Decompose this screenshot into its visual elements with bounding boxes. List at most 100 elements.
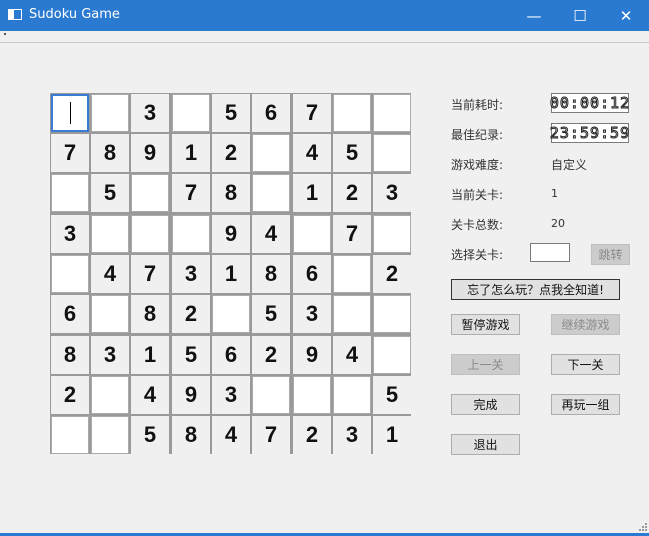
sudoku-cell[interactable] [373, 295, 411, 333]
sudoku-cell: 3 [91, 336, 129, 374]
sudoku-cell[interactable] [131, 215, 169, 253]
difficulty-label: 游戏难度: [451, 158, 504, 172]
current-time-display: 00:00:12 [549, 93, 631, 113]
sudoku-cell: 1 [373, 416, 411, 454]
sudoku-cell: 5 [172, 336, 210, 374]
exit-button[interactable]: 退出 [451, 434, 520, 455]
pause-button[interactable]: 暂停游戏 [451, 314, 520, 335]
sudoku-cell[interactable] [333, 94, 371, 132]
sudoku-cell: 9 [212, 215, 250, 253]
window-title: Sudoku Game [29, 7, 120, 22]
sudoku-cell: 7 [51, 134, 89, 172]
sudoku-cell: 2 [373, 255, 411, 293]
sudoku-cell: 3 [131, 94, 169, 132]
sudoku-cell: 2 [333, 174, 371, 212]
sudoku-cell: 8 [131, 295, 169, 333]
sudoku-cell: 3 [172, 255, 210, 293]
sudoku-cell: 7 [333, 215, 371, 253]
sudoku-cell[interactable] [252, 174, 290, 212]
sudoku-cell[interactable] [373, 94, 411, 132]
sudoku-cell: 5 [252, 295, 290, 333]
sudoku-cell[interactable] [172, 94, 210, 132]
sudoku-cell: 1 [212, 255, 250, 293]
sudoku-cell: 2 [51, 376, 89, 414]
sudoku-cell[interactable] [91, 416, 129, 454]
sudoku-cell[interactable] [373, 336, 411, 374]
prev-level-button[interactable]: 上一关 [451, 354, 520, 375]
minimize-button[interactable]: — [511, 0, 557, 31]
sudoku-cell: 8 [172, 416, 210, 454]
sudoku-cell: 1 [293, 174, 331, 212]
total-levels-value: 20 [551, 217, 565, 230]
sudoku-cell[interactable] [333, 295, 371, 333]
resume-button[interactable]: 继续游戏 [551, 314, 620, 335]
sudoku-cell[interactable] [91, 376, 129, 414]
resize-grip-icon[interactable] [639, 523, 647, 531]
sudoku-cell: 8 [51, 336, 89, 374]
difficulty-value: 自定义 [551, 158, 588, 172]
sudoku-cell: 8 [212, 174, 250, 212]
sudoku-cell: 3 [373, 174, 411, 212]
sudoku-cell[interactable] [373, 215, 411, 253]
sudoku-cell[interactable] [131, 174, 169, 212]
close-button[interactable]: ✕ [603, 0, 649, 31]
sudoku-cell: 7 [131, 255, 169, 293]
sudoku-cell: 3 [51, 215, 89, 253]
menu-grip [4, 33, 6, 35]
select-level-label: 选择关卡: [451, 248, 504, 262]
sudoku-cell: 8 [252, 255, 290, 293]
sudoku-cell: 3 [212, 376, 250, 414]
sudoku-cell[interactable] [293, 215, 331, 253]
sudoku-cell: 4 [333, 336, 371, 374]
sudoku-cell: 6 [51, 295, 89, 333]
sudoku-cell[interactable] [333, 376, 371, 414]
best-record-display: 23:59:59 [549, 123, 631, 143]
sudoku-cell: 6 [252, 94, 290, 132]
sudoku-cell[interactable] [91, 295, 129, 333]
sudoku-cell: 5 [373, 376, 411, 414]
sudoku-cell[interactable] [172, 215, 210, 253]
sudoku-cell[interactable] [51, 416, 89, 454]
sudoku-cell: 6 [212, 336, 250, 374]
sudoku-cell[interactable] [252, 134, 290, 172]
sudoku-cell: 9 [293, 336, 331, 374]
sudoku-cell: 5 [91, 174, 129, 212]
sudoku-cell: 4 [212, 416, 250, 454]
sudoku-cell: 2 [172, 295, 210, 333]
sudoku-cell: 8 [91, 134, 129, 172]
finish-button[interactable]: 完成 [451, 394, 520, 415]
sudoku-cell[interactable] [373, 134, 411, 172]
sudoku-cell: 4 [252, 215, 290, 253]
help-button[interactable]: 忘了怎么玩？点我全知道! [451, 279, 620, 300]
sudoku-cell: 2 [252, 336, 290, 374]
sudoku-cell: 4 [91, 255, 129, 293]
sudoku-cell: 4 [293, 134, 331, 172]
sudoku-cell[interactable] [51, 255, 89, 293]
text-caret [69, 102, 71, 124]
sudoku-cell: 3 [333, 416, 371, 454]
sudoku-cell[interactable] [51, 174, 89, 212]
sudoku-cell[interactable] [212, 295, 250, 333]
select-level-input[interactable] [530, 243, 570, 262]
sudoku-cell[interactable] [51, 94, 89, 132]
sudoku-cell: 9 [172, 376, 210, 414]
sudoku-cell: 5 [131, 416, 169, 454]
replay-button[interactable]: 再玩一组 [551, 394, 620, 415]
sudoku-cell: 7 [172, 174, 210, 212]
sudoku-cell[interactable] [293, 376, 331, 414]
sudoku-cell: 1 [131, 336, 169, 374]
sudoku-cell[interactable] [91, 215, 129, 253]
next-level-button[interactable]: 下一关 [551, 354, 620, 375]
jump-button[interactable]: 跳转 [591, 244, 630, 265]
sudoku-cell: 3 [293, 295, 331, 333]
sudoku-cell: 4 [131, 376, 169, 414]
current-time-label: 当前耗时: [451, 98, 504, 112]
maximize-button[interactable]: ☐ [557, 0, 603, 31]
sudoku-cell[interactable] [333, 255, 371, 293]
sudoku-cell: 7 [293, 94, 331, 132]
current-level-label: 当前关卡: [451, 188, 504, 202]
sudoku-cell[interactable] [91, 94, 129, 132]
sudoku-cell: 5 [212, 94, 250, 132]
sudoku-cell[interactable] [252, 376, 290, 414]
sudoku-cell: 1 [172, 134, 210, 172]
